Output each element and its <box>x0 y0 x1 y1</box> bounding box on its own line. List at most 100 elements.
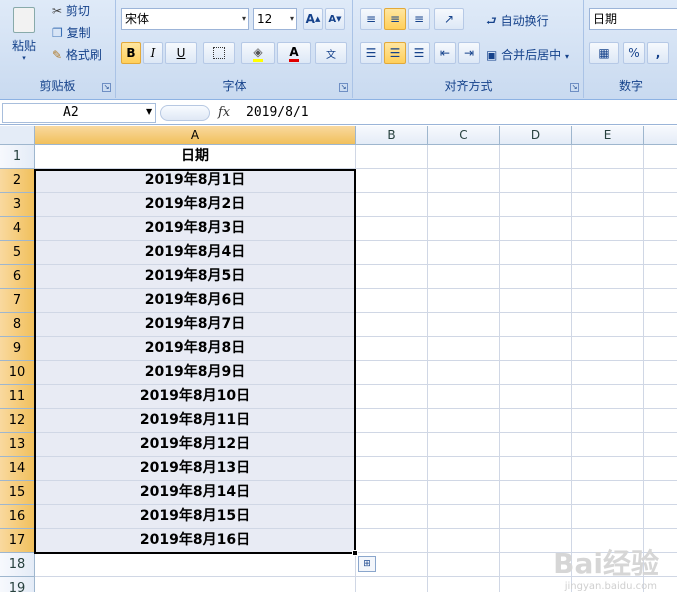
date-cell[interactable]: 2019年8月9日 <box>35 361 356 385</box>
empty-cell[interactable] <box>572 169 644 193</box>
empty-cell[interactable] <box>356 361 428 385</box>
date-cell[interactable]: 2019年8月13日 <box>35 457 356 481</box>
empty-cell[interactable] <box>644 265 677 289</box>
empty-cell[interactable] <box>644 313 677 337</box>
empty-cell[interactable] <box>356 505 428 529</box>
date-cell[interactable]: 2019年8月5日 <box>35 265 356 289</box>
empty-cell[interactable] <box>500 217 572 241</box>
font-size-combo[interactable]: 12 ▾ <box>253 8 297 30</box>
empty-cell[interactable] <box>500 289 572 313</box>
empty-cell[interactable] <box>500 169 572 193</box>
grow-font-button[interactable]: A ▲ <box>303 8 323 30</box>
empty-cell[interactable] <box>500 505 572 529</box>
column-header-c[interactable]: C <box>428 126 500 145</box>
empty-cell[interactable] <box>572 385 644 409</box>
column-header-f[interactable] <box>644 126 677 145</box>
percent-button[interactable]: % <box>623 42 645 64</box>
accounting-format-button[interactable]: ▦ <box>589 42 619 64</box>
empty-cell[interactable] <box>644 217 677 241</box>
row-header[interactable]: 6 <box>0 265 35 289</box>
date-cell[interactable]: 2019年8月10日 <box>35 385 356 409</box>
format-painter-button[interactable]: ✎ 格式刷 <box>52 46 102 63</box>
date-cell[interactable]: 2019年8月14日 <box>35 481 356 505</box>
empty-cell[interactable] <box>428 313 500 337</box>
empty-cell[interactable] <box>356 433 428 457</box>
empty-cell[interactable] <box>572 145 644 169</box>
merge-center-button[interactable]: ▣ 合并后居中 ▾ <box>486 46 569 63</box>
align-bottom-button[interactable]: ≡ <box>408 8 430 30</box>
row-header[interactable]: 18 <box>0 553 35 577</box>
align-center-button[interactable]: ☰ <box>384 42 406 64</box>
empty-cell[interactable] <box>572 481 644 505</box>
empty-cell[interactable] <box>428 169 500 193</box>
empty-cell[interactable] <box>500 313 572 337</box>
empty-cell[interactable] <box>356 337 428 361</box>
align-left-button[interactable]: ☰ <box>360 42 382 64</box>
empty-cell[interactable] <box>572 409 644 433</box>
row-header[interactable]: 10 <box>0 361 35 385</box>
empty-cell[interactable] <box>500 337 572 361</box>
dialog-launcher-icon[interactable]: ↘ <box>339 83 348 92</box>
empty-cell[interactable] <box>572 265 644 289</box>
paste-button[interactable]: 粘贴 ▾ <box>6 2 42 66</box>
row-header[interactable]: 11 <box>0 385 35 409</box>
empty-cell[interactable] <box>356 217 428 241</box>
empty-cell[interactable] <box>572 193 644 217</box>
empty-cell[interactable] <box>572 217 644 241</box>
empty-cell[interactable] <box>500 457 572 481</box>
empty-cell[interactable] <box>428 145 500 169</box>
empty-cell[interactable] <box>500 361 572 385</box>
empty-cell[interactable] <box>428 217 500 241</box>
date-cell[interactable]: 2019年8月8日 <box>35 337 356 361</box>
empty-cell[interactable] <box>356 193 428 217</box>
column-header-b[interactable]: B <box>356 126 428 145</box>
empty-cell[interactable] <box>356 481 428 505</box>
fill-color-button[interactable]: ◈ <box>241 42 275 64</box>
phonetic-button[interactable]: 文 <box>315 42 347 64</box>
empty-cell[interactable] <box>572 337 644 361</box>
empty-cell[interactable] <box>356 265 428 289</box>
empty-cell[interactable] <box>572 457 644 481</box>
select-all-button[interactable] <box>0 126 35 145</box>
empty-cell[interactable] <box>644 169 677 193</box>
row-header[interactable]: 5 <box>0 241 35 265</box>
row-header[interactable]: 2 <box>0 169 35 193</box>
formula-input[interactable]: 2019/8/1 <box>246 105 309 120</box>
formula-bar-splitter[interactable] <box>160 105 210 121</box>
empty-cell[interactable] <box>428 577 500 592</box>
empty-cell[interactable] <box>356 289 428 313</box>
empty-cell[interactable] <box>644 505 677 529</box>
empty-cell[interactable] <box>644 361 677 385</box>
increase-indent-button[interactable]: ⇥ <box>458 42 480 64</box>
empty-cell[interactable] <box>428 553 500 577</box>
empty-cell[interactable] <box>356 529 428 553</box>
empty-cell[interactable] <box>428 481 500 505</box>
empty-cell[interactable] <box>428 385 500 409</box>
date-cell[interactable]: 2019年8月3日 <box>35 217 356 241</box>
empty-cell[interactable] <box>356 313 428 337</box>
empty-cell[interactable] <box>644 145 677 169</box>
empty-cell[interactable] <box>500 193 572 217</box>
empty-cell[interactable] <box>356 145 428 169</box>
auto-fill-options-button[interactable]: ⊞ <box>358 556 376 572</box>
row-header[interactable]: 9 <box>0 337 35 361</box>
name-box[interactable]: A2 <box>2 103 156 123</box>
date-cell[interactable]: 2019年8月12日 <box>35 433 356 457</box>
italic-button[interactable]: I <box>143 42 163 64</box>
wrap-text-button[interactable]: ⮐ 自动换行 <box>486 12 549 33</box>
empty-cell[interactable] <box>356 385 428 409</box>
row-header[interactable]: 14 <box>0 457 35 481</box>
empty-cell[interactable] <box>500 385 572 409</box>
font-color-button[interactable]: A <box>277 42 311 64</box>
empty-cell[interactable] <box>428 457 500 481</box>
empty-cell[interactable] <box>356 241 428 265</box>
date-cell[interactable]: 2019年8月6日 <box>35 289 356 313</box>
align-right-button[interactable]: ☰ <box>408 42 430 64</box>
empty-cell[interactable] <box>428 289 500 313</box>
orientation-button[interactable]: ↗ <box>434 8 464 30</box>
date-cell[interactable]: 2019年8月7日 <box>35 313 356 337</box>
cut-button[interactable]: ✂ 剪切 <box>52 2 90 19</box>
empty-cell[interactable] <box>500 145 572 169</box>
date-cell[interactable]: 2019年8月2日 <box>35 193 356 217</box>
font-name-combo[interactable]: 宋体 ▾ <box>121 8 249 30</box>
